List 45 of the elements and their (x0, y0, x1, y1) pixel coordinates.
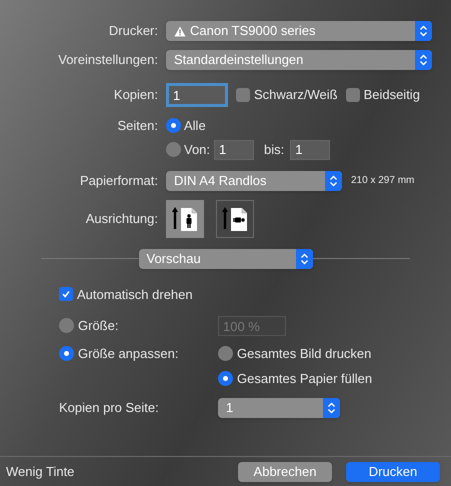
paper-size-popup[interactable]: DIN A4 Randlos (166, 170, 342, 190)
radio-button[interactable] (59, 346, 74, 362)
radio-label: Alle (184, 117, 206, 135)
checkbox-label: Automatisch drehen (77, 286, 193, 304)
section-popup[interactable]: Vorschau (138, 248, 312, 268)
field-label: Drucker: (108, 22, 159, 40)
radio-label: Größe: (78, 317, 118, 335)
status-text: Wenig Tinte (6, 462, 76, 481)
cancel-button[interactable]: Abbrechen (238, 462, 332, 482)
field-label: Kopien: (112, 86, 159, 104)
copies-per-page-popup[interactable]: 1 (218, 398, 340, 418)
chevrons-icon (300, 252, 308, 264)
paper-dimensions: 210 x 297 mm (351, 174, 414, 188)
chevrons-icon (419, 25, 428, 37)
radio-label: Gesamtes Papier füllen (237, 370, 372, 388)
copies-field[interactable]: 1 (166, 83, 228, 107)
checkbox[interactable] (236, 88, 250, 102)
presets-popup[interactable]: Standardeinstellungen (166, 50, 432, 70)
field-label: Seiten: (116, 117, 159, 135)
from-field[interactable]: 1 (214, 140, 254, 160)
field-label: Papierformat: (78, 172, 159, 190)
print-button[interactable]: Drucken (346, 462, 440, 482)
portrait-button[interactable] (166, 200, 204, 238)
field-label: Ausrichtung: (84, 210, 159, 228)
radio-button[interactable] (218, 346, 233, 362)
checkbox[interactable] (346, 88, 360, 102)
checkbox[interactable] (59, 287, 73, 302)
checkbox-label: Schwarz/Weiß (254, 86, 338, 104)
radio-label: Größe anpassen: (78, 345, 178, 363)
radio-button[interactable] (218, 370, 233, 386)
radio-label: Von: (184, 140, 210, 159)
radio-button[interactable] (166, 118, 181, 134)
checkbox-label: Beidseitig (364, 86, 420, 104)
chevrons-icon (329, 174, 338, 186)
printer-popup[interactable]: Canon TS9000 series (166, 21, 432, 41)
landscape-button[interactable] (216, 200, 254, 238)
field-label: Kopien pro Seite: (59, 399, 160, 418)
field-label: Voreinstellungen: (57, 51, 159, 70)
chevrons-icon (419, 54, 428, 66)
field-label: bis: (264, 140, 284, 159)
checkmark-icon (61, 289, 71, 300)
to-field[interactable]: 1 (290, 140, 330, 160)
radio-label: Gesamtes Bild drucken (237, 345, 372, 363)
chevrons-icon (327, 402, 336, 414)
radio-button[interactable] (166, 142, 181, 157)
